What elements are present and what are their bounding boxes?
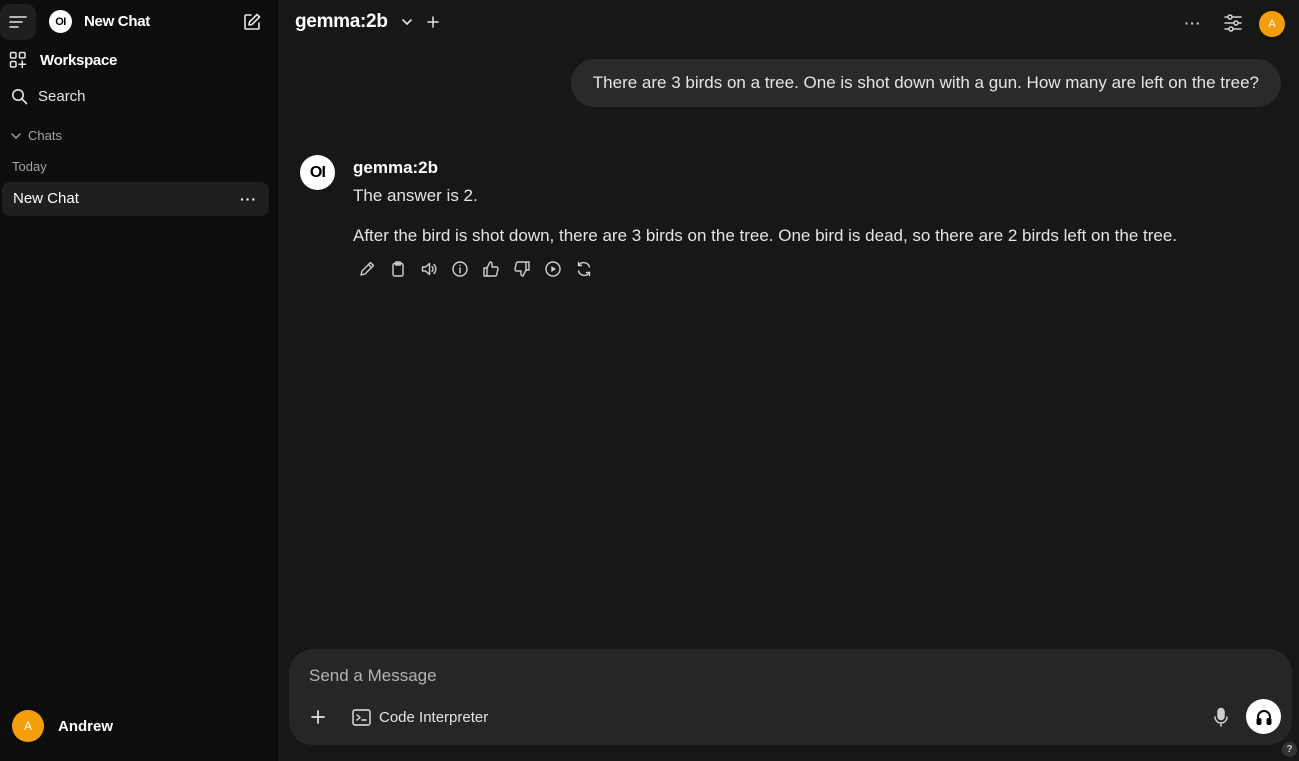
sidebar-item-search[interactable]: Search xyxy=(0,81,278,111)
search-icon xyxy=(9,86,29,106)
avatar: A xyxy=(12,710,44,742)
edit-icon[interactable] xyxy=(357,259,377,279)
message-input[interactable] xyxy=(309,666,1109,686)
thumbs-up-icon[interactable] xyxy=(481,259,501,279)
assistant-paragraph: The answer is 2. xyxy=(353,186,478,205)
chat-item-label: New Chat xyxy=(13,190,79,207)
copy-icon[interactable] xyxy=(388,259,408,279)
more-icon[interactable]: ··· xyxy=(240,191,257,207)
thumbs-down-icon[interactable] xyxy=(512,259,532,279)
help-button[interactable]: ? xyxy=(1282,742,1297,757)
chevron-down-icon xyxy=(11,132,21,139)
new-chat-label[interactable]: New Chat xyxy=(84,13,150,30)
user-name: Andrew xyxy=(58,718,114,735)
chats-header: Chats xyxy=(28,128,62,143)
app-logo[interactable]: OI xyxy=(49,10,72,33)
mic-icon[interactable] xyxy=(1210,706,1232,728)
play-icon[interactable] xyxy=(543,259,563,279)
today-header: Today xyxy=(12,159,47,174)
speaker-icon[interactable] xyxy=(419,259,439,279)
user-message: There are 3 birds on a tree. One is shot… xyxy=(570,59,1281,107)
regenerate-icon[interactable] xyxy=(574,259,594,279)
sidebar-top: OI New Chat xyxy=(0,3,278,41)
voice-mode-button[interactable] xyxy=(1246,699,1281,734)
search-label: Search xyxy=(38,88,86,105)
assistant-logo: OI xyxy=(300,155,335,190)
assistant-name: gemma:2b xyxy=(353,158,439,177)
headphones-icon xyxy=(1256,709,1271,725)
plus-icon[interactable] xyxy=(425,14,441,30)
code-interpreter-button[interactable]: Code Interpreter xyxy=(352,707,488,727)
menu-icon xyxy=(9,16,27,28)
terminal-icon xyxy=(352,708,371,726)
user-menu[interactable]: A Andrew xyxy=(12,710,113,742)
chat-list-item[interactable]: New Chat ··· xyxy=(2,182,269,216)
avatar[interactable]: A xyxy=(1259,11,1285,37)
chats-section-toggle[interactable]: Chats xyxy=(10,128,62,143)
sidebar-item-workspace[interactable]: Workspace xyxy=(0,45,278,75)
assistant-paragraph: After the bird is shot down, there are 3… xyxy=(353,226,1178,245)
message-actions xyxy=(357,259,594,279)
workspace-icon xyxy=(8,50,28,70)
chevron-down-icon[interactable] xyxy=(400,15,414,29)
code-interpreter-label: Code Interpreter xyxy=(379,708,489,726)
more-icon[interactable]: ··· xyxy=(1182,12,1204,34)
plus-icon[interactable] xyxy=(308,707,328,727)
info-icon[interactable] xyxy=(450,259,470,279)
menu-button[interactable] xyxy=(0,4,36,40)
compose-icon xyxy=(244,13,261,30)
model-selector[interactable]: gemma:2b xyxy=(295,11,388,33)
new-chat-button[interactable] xyxy=(240,10,264,34)
message-composer: Code Interpreter xyxy=(289,649,1292,745)
sidebar: OI New Chat Workspace Search Chats Today… xyxy=(0,0,278,761)
workspace-label: Workspace xyxy=(40,52,118,69)
controls-icon[interactable] xyxy=(1222,12,1244,34)
